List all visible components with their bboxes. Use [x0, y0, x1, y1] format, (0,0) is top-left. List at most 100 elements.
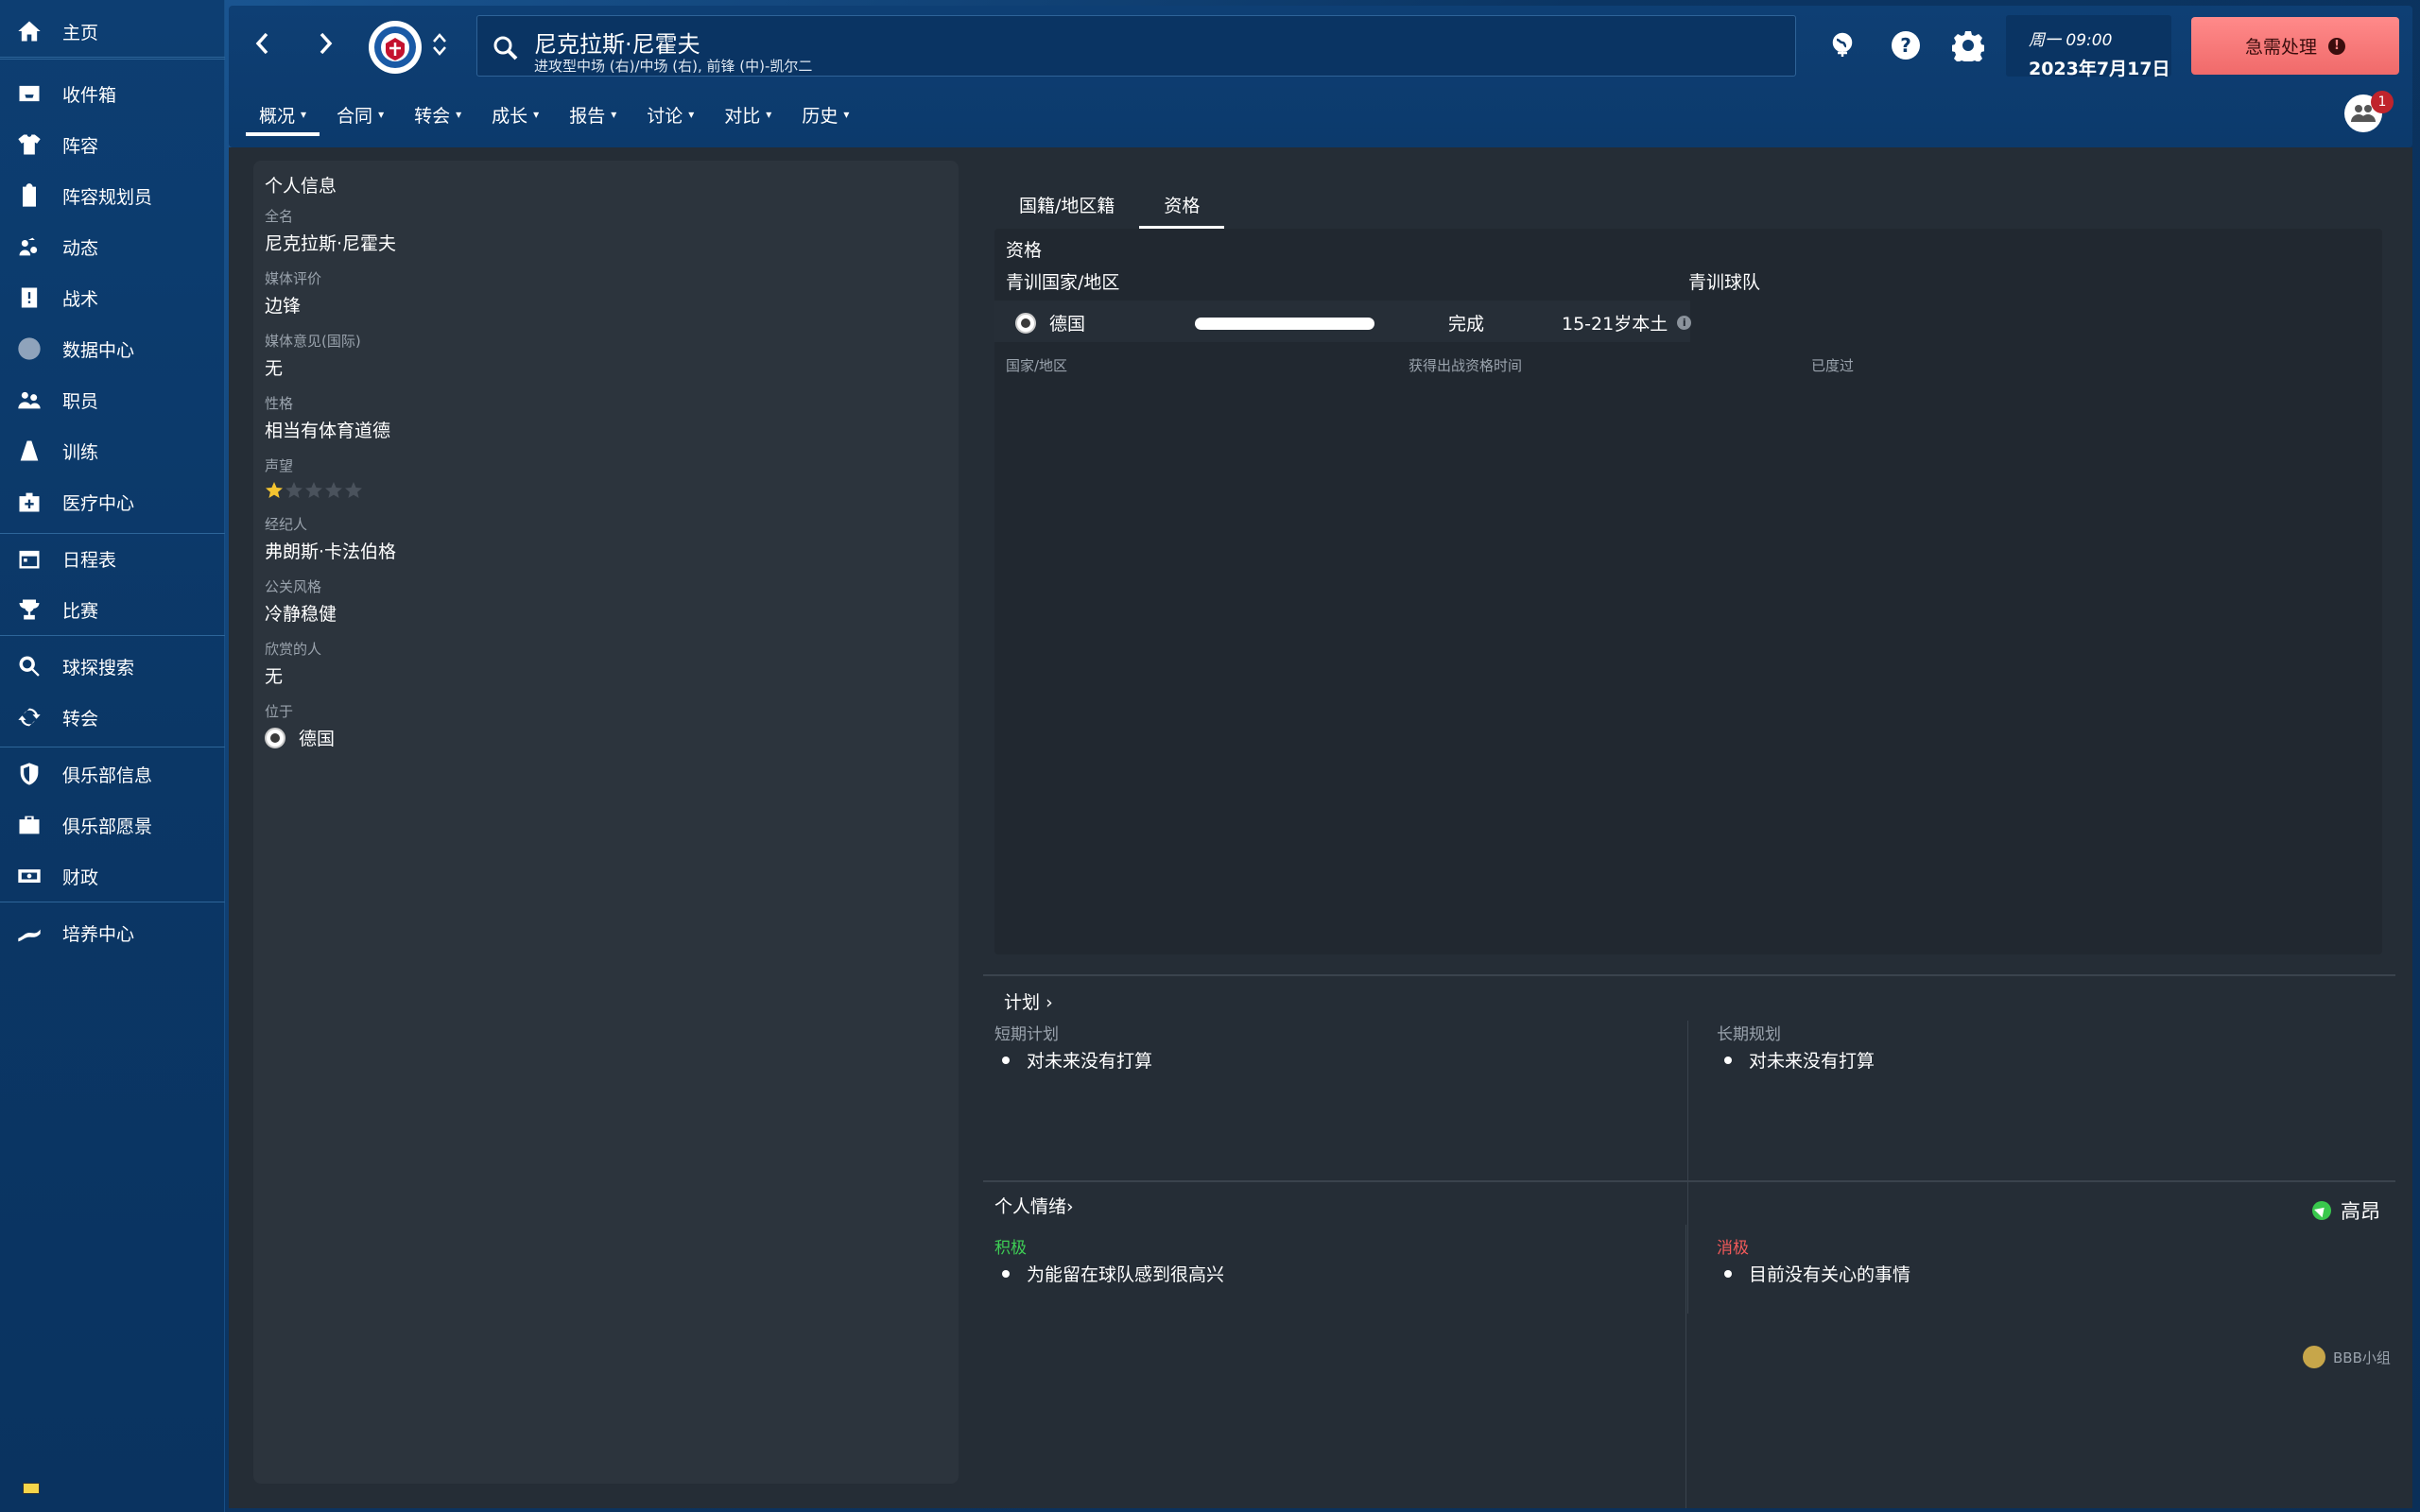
search-icon	[493, 36, 518, 60]
mood-title[interactable]: 个人情绪›	[994, 1193, 1074, 1218]
player-switch-stepper[interactable]	[427, 23, 452, 66]
tab-discuss[interactable]: 讨论 ▾	[633, 93, 707, 136]
urgent-label: 急需处理	[2244, 37, 2317, 58]
tab-contract[interactable]: 合同 ▾	[323, 93, 397, 136]
sidebar-item-finances[interactable]: 财政	[0, 854, 225, 898]
chevron-right-icon: ›	[1046, 992, 1053, 1013]
date-value: 2023年7月17日	[2029, 59, 2170, 79]
field-label: 全名	[265, 208, 294, 225]
mood-level[interactable]: 高昂	[2312, 1196, 2380, 1225]
tab-development[interactable]: 成长 ▾	[478, 93, 552, 136]
sidebar-item-data-hub[interactable]: 数据中心	[0, 327, 225, 370]
club-crest-icon[interactable]	[369, 21, 422, 74]
sidebar-item-dynamics[interactable]: 动态	[0, 225, 225, 268]
sidebar-divider	[0, 635, 225, 636]
sidebar-item-squad[interactable]: 阵容	[0, 123, 225, 166]
sidebar-item-squad-planner[interactable]: 阵容规划员	[0, 174, 225, 217]
urgent-button[interactable]: 急需处理 !	[2191, 17, 2399, 75]
tab-transfer[interactable]: 转会 ▾	[401, 93, 475, 136]
field-full-name: 全名 尼克拉斯·尼霍夫	[265, 206, 396, 255]
tab-history[interactable]: 历史 ▾	[788, 93, 862, 136]
chevron-right-icon	[320, 32, 333, 55]
eligibility-title: 资格	[1006, 240, 1043, 261]
star-empty-icon	[285, 482, 302, 498]
tab-label: 报告	[569, 105, 606, 127]
back-button[interactable]	[244, 25, 282, 62]
sidebar-item-medical[interactable]: 医疗中心	[0, 480, 225, 524]
field-label: 媒体评价	[265, 270, 322, 287]
chevron-down-icon	[433, 46, 446, 56]
sidebar-item-inbox[interactable]: 收件箱	[0, 72, 225, 115]
sidebar-divider	[0, 533, 225, 534]
plans-title-text: 计划	[1004, 992, 1041, 1013]
short-term-label: 短期计划	[994, 1025, 1059, 1044]
sidebar: 主页 收件箱 阵容 阵容规划员 动态 战术 数据中心 职员 训练 医疗中心 日程…	[0, 0, 225, 1512]
eligibility-nation: 德国	[1015, 310, 1085, 335]
field-value[interactable]: 德国	[265, 725, 335, 750]
sidebar-item-label: 动态	[62, 237, 99, 259]
game-date[interactable]: 周一 09:00 2023年7月17日	[2006, 15, 2171, 79]
field-label: 媒体意见(国际)	[265, 333, 361, 350]
mood-level-text: 高昂	[2341, 1200, 2380, 1223]
sidebar-item-training[interactable]: 训练	[0, 429, 225, 472]
sidebar-item-home[interactable]: 主页	[0, 9, 225, 53]
sidebar-item-competitions[interactable]: 比赛	[0, 588, 225, 631]
settings-button[interactable]	[1947, 25, 1989, 66]
sidebar-item-schedule[interactable]: 日程表	[0, 537, 225, 580]
sidebar-item-staff[interactable]: 职员	[0, 378, 225, 421]
globe-icon	[1832, 32, 1853, 57]
tab-label: 概况	[259, 105, 296, 127]
mood-vertical-divider	[1685, 1225, 1686, 1508]
long-term-label: 长期规划	[1717, 1025, 1781, 1044]
sidebar-item-transfers[interactable]: 转会	[0, 696, 225, 739]
field-value-text: 德国	[299, 729, 336, 749]
tab-label: 合同	[337, 105, 373, 127]
sidebar-item-club-info[interactable]: 俱乐部信息	[0, 752, 225, 796]
sub-col-spent: 已度过	[1811, 357, 1855, 374]
tab-eligibility[interactable]: 资格	[1139, 180, 1225, 229]
tab-nationality[interactable]: 国籍/地区籍	[994, 180, 1139, 229]
sidebar-item-label: 阵容	[62, 135, 99, 157]
tab-label: 对比	[724, 105, 761, 127]
col-youth-club: 青训球队	[1688, 272, 1761, 293]
detail-text: 15-21岁本土	[1562, 314, 1668, 335]
help-button[interactable]: ?	[1885, 25, 1927, 66]
shirt-icon	[15, 130, 43, 159]
positive-label: 积极	[994, 1239, 1027, 1258]
info-icon[interactable]: i	[1677, 316, 1692, 330]
tab-reports[interactable]: 报告 ▾	[556, 93, 630, 136]
field-label: 经纪人	[265, 516, 308, 533]
progress-bar	[1195, 318, 1374, 330]
field-reputation: 声望	[265, 455, 364, 500]
chevron-down-icon: ▾	[611, 108, 617, 121]
tab-compare[interactable]: 对比 ▾	[711, 93, 785, 136]
sidebar-item-club-vision[interactable]: 俱乐部愿景	[0, 803, 225, 847]
date-weekday: 周一 09:00	[2029, 31, 2113, 50]
player-search-box[interactable]: 尼克拉斯·尼霍夫 进攻型中场 (右)/中场 (右), 前锋 (中)-凯尔二	[476, 15, 1796, 77]
eligibility-detail: 15-21岁本土 i	[1562, 310, 1692, 335]
sidebar-item-scouting[interactable]: 球探搜索	[0, 644, 225, 688]
svg-text:?: ?	[1900, 34, 1911, 57]
plans-title[interactable]: 计划 ›	[1004, 988, 1053, 1014]
tactics-icon	[15, 284, 43, 312]
sidebar-item-label: 转会	[62, 708, 99, 730]
sidebar-item-development[interactable]: 培养中心	[0, 911, 225, 954]
tab-label: 讨论	[647, 105, 683, 127]
forward-button[interactable]	[306, 25, 344, 62]
sidebar-item-tactics[interactable]: 战术	[0, 276, 225, 319]
inbox-icon	[15, 79, 43, 108]
field-value: 弗朗斯·卡法伯格	[265, 541, 397, 562]
tab-overview[interactable]: 概况 ▾	[246, 93, 320, 136]
morale-up-icon	[2312, 1201, 2331, 1220]
club-info-icon	[15, 760, 43, 788]
player-tabs: 概况 ▾ 合同 ▾ 转会 ▾ 成长 ▾ 报告 ▾ 讨论 ▾ 对比 ▾ 历史 ▾	[246, 93, 866, 136]
sidebar-item-label: 训练	[62, 441, 99, 463]
sub-col-nation: 国家/地区	[1006, 357, 1068, 374]
notification-badge: 1	[2371, 91, 2394, 113]
language-flag-icon[interactable]	[23, 1483, 40, 1494]
personal-info-panel: 个人信息 全名 尼克拉斯·尼霍夫 媒体评价 边锋 媒体意见(国际) 无 性格 相…	[253, 161, 959, 1484]
chevron-right-icon: ›	[1066, 1196, 1074, 1217]
staff-icon	[15, 386, 43, 414]
world-button[interactable]	[1823, 25, 1864, 66]
panel-title: 个人信息	[265, 176, 337, 197]
